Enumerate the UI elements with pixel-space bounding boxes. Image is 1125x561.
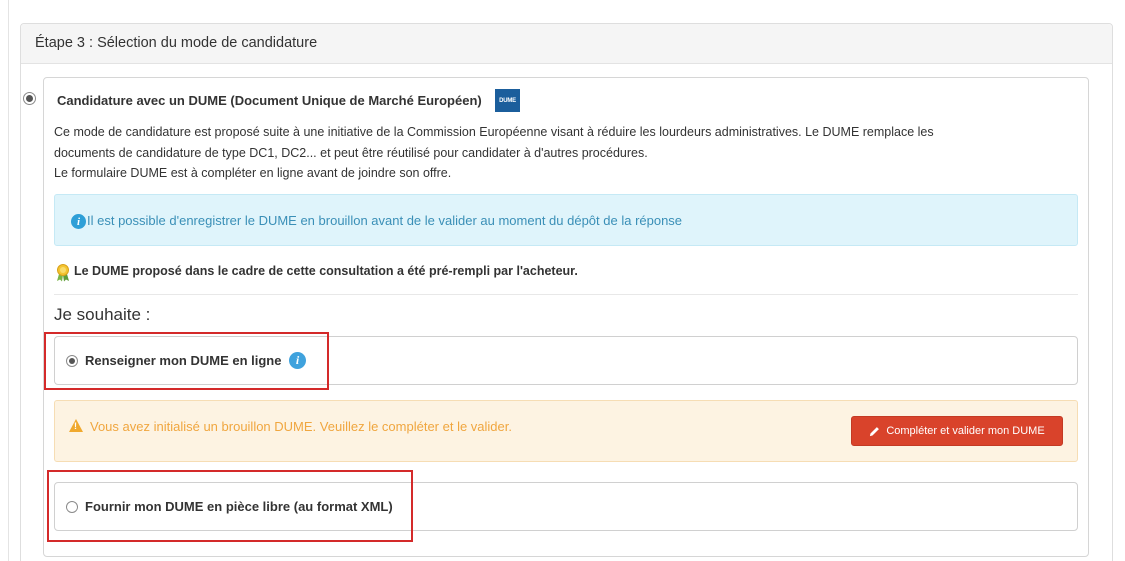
description-line-1: Ce mode de candidature est proposé suite… xyxy=(54,125,934,139)
left-border-line xyxy=(8,0,9,561)
complete-validate-dume-button[interactable]: Compléter et valider mon DUME xyxy=(851,416,1063,446)
highlight-box-online xyxy=(44,332,329,390)
wish-label: Je souhaite : xyxy=(54,305,151,324)
step-header: Étape 3 : Sélection du mode de candidatu… xyxy=(21,24,1112,64)
section-divider xyxy=(54,294,1078,295)
complete-validate-dume-label: Compléter et valider mon DUME xyxy=(886,425,1045,437)
draft-warning-text: Vous avez initialisé un brouillon DUME. … xyxy=(90,419,512,434)
step-title: Étape 3 : Sélection du mode de candidatu… xyxy=(35,35,318,51)
award-medal-icon xyxy=(57,264,69,282)
info-alert: i Il est possible d'enregistrer le DUME … xyxy=(54,194,1078,246)
warning-triangle-icon xyxy=(69,419,83,432)
pencil-icon xyxy=(870,426,880,436)
dume-option-title: Candidature avec un DUME (Document Uniqu… xyxy=(57,93,482,108)
draft-warning-alert: Vous avez initialisé un brouillon DUME. … xyxy=(54,400,1078,462)
description-line-3: Le formulaire DUME est à compléter en li… xyxy=(54,166,452,180)
info-circle-icon: i xyxy=(71,214,86,229)
dume-logo: DUME xyxy=(495,89,520,112)
info-alert-text: Il est possible d'enregistrer le DUME en… xyxy=(87,213,683,228)
description-line-2: documents de candidature de type DC1, DC… xyxy=(54,146,648,160)
highlight-box-xml xyxy=(47,470,413,542)
prefilled-notice: Le DUME proposé dans le cadre de cette c… xyxy=(74,264,578,278)
dume-mode-radio[interactable] xyxy=(23,92,36,105)
